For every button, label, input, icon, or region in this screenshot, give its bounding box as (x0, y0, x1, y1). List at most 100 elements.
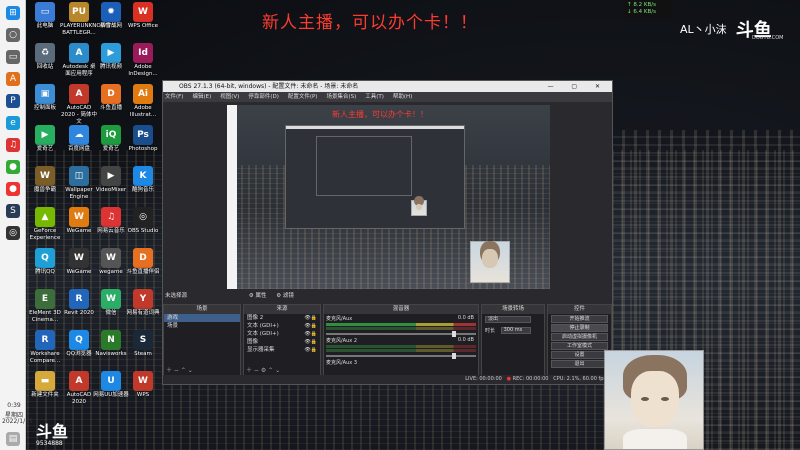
menu-item[interactable]: 帮助(H) (393, 94, 412, 100)
obs-titlebar[interactable]: OBS 27.1.3 (64-bit, windows) - 配置文件: 未命名… (163, 81, 612, 92)
desktop-icon[interactable]: ◎ OBS Studio (124, 207, 162, 235)
desktop-icon[interactable]: E EleMent 3D Cinema... (26, 289, 64, 324)
no-source-label: 未选择源 (165, 293, 188, 299)
app-icon: Q (69, 330, 89, 350)
app-icon: ▶ (35, 125, 55, 145)
preview-banner: 新人主播，可以办个卡！！ (332, 110, 428, 119)
visibility-icon[interactable]: 👁🔒 (304, 322, 317, 330)
desktop-icon[interactable]: Ps Photoshop (124, 125, 162, 153)
desktop-icon[interactable]: Ai Adobe Illustrat... (124, 84, 162, 119)
visibility-icon[interactable]: 👁🔒 (304, 338, 317, 346)
search-icon[interactable]: ○ (6, 28, 20, 42)
desktop-icon[interactable]: D 斗鱼直播伴侣 (124, 248, 162, 276)
steam-icon[interactable]: S (6, 204, 20, 218)
netease-icon[interactable]: ♫ (6, 138, 20, 152)
edge-icon[interactable]: e (6, 116, 20, 130)
desktop-icon-label: GeForce Experience (29, 228, 61, 241)
orange-app-icon[interactable]: ● (6, 182, 20, 196)
obs-preview[interactable]: 新人主播，可以办个卡！！ (227, 105, 550, 289)
desktop-icon[interactable]: ▣ 控制面板 (26, 84, 64, 112)
app-icon: ▲ (35, 207, 55, 227)
scenes-footer[interactable]: ＋ − ⌃ ⌄ (164, 366, 240, 375)
app-icon: ◫ (69, 166, 89, 186)
streamer-name: AL丶小沫 (680, 23, 727, 36)
ai-icon[interactable]: A (6, 72, 20, 86)
menu-item[interactable]: 停靠部件(D) (248, 94, 279, 100)
volume-slider[interactable] (326, 353, 476, 359)
source-item[interactable]: 图像 2 👁🔒 (244, 314, 320, 322)
stop-recording-button[interactable]: 停止录制 (551, 324, 608, 332)
green-app-icon[interactable]: ● (6, 160, 20, 174)
source-item[interactable]: 文本 (GDI+) 👁🔒 (244, 330, 320, 338)
desktop-icon-label: 新建文件夹 (31, 392, 59, 398)
app-icon: W (101, 248, 121, 268)
start-streaming-button[interactable]: 开始推流 (551, 315, 608, 323)
source-item[interactable]: 图像 👁🔒 (244, 338, 320, 346)
source-item[interactable]: 显示器采集 👁🔒 (244, 346, 320, 354)
rec-status: REC: 00:00:00 (512, 376, 549, 382)
source-label: 文本 (GDI+) (247, 323, 279, 329)
sources-footer[interactable]: ＋ − ⚙ ⌃ ⌄ (244, 366, 320, 375)
desktop-icon[interactable]: W WPS (124, 371, 162, 399)
settings-button[interactable]: 设置 (551, 351, 608, 359)
visibility-icon[interactable]: 👁🔒 (304, 314, 317, 322)
duration-input[interactable]: 300 ms (500, 327, 531, 334)
app-icon: ◎ (133, 207, 153, 227)
app-icon: Ai (133, 84, 153, 104)
menu-item[interactable]: 编辑(E) (192, 94, 211, 100)
filters-button[interactable]: ⚙ 滤镜 (276, 293, 294, 299)
desktop-icon[interactable]: Id Adobe InDesign... (124, 43, 162, 78)
desktop-icon-label: Photoshop (128, 146, 158, 152)
menu-item[interactable]: 视图(V) (220, 94, 239, 100)
studio-mode-button[interactable]: 工作室模式 (551, 342, 608, 350)
task-view-icon[interactable]: ▭ (6, 50, 20, 64)
menu-item[interactable]: 文件(F) (165, 94, 183, 100)
desktop-icon-label: OBS Studio (127, 228, 159, 234)
desktop-icon[interactable]: W WPS Office (124, 2, 162, 30)
avatar-eye (661, 397, 669, 401)
volume-slider[interactable] (326, 331, 476, 337)
menu-item[interactable]: 配置文件(P) (288, 94, 318, 100)
obs-icon[interactable]: ◎ (6, 226, 20, 240)
transition-type-select[interactable]: 淡出 (485, 316, 531, 323)
volume-meter (326, 323, 476, 326)
desktop-icon-label: Workshare Compare... (29, 351, 61, 364)
menu-item[interactable]: 场景集合(S) (326, 94, 356, 100)
scene-item[interactable]: 游戏 (164, 314, 240, 322)
properties-button[interactable]: ⚙ 属性 (249, 293, 267, 299)
desktop-icon[interactable]: ▭ 此电脑 (26, 2, 64, 30)
desktop-icon[interactable]: ♻ 回收站 (26, 43, 64, 71)
notification-icon[interactable]: ▤ (6, 432, 20, 446)
ps-icon[interactable]: P (6, 94, 20, 108)
desktop-icon[interactable]: Q 腾讯QQ (26, 248, 64, 276)
visibility-icon[interactable]: 👁🔒 (304, 346, 317, 354)
source-item[interactable]: 文本 (GDI+) 👁🔒 (244, 322, 320, 330)
desktop-icon[interactable]: ▶ 爱奇艺 (26, 125, 64, 153)
preview-taskbar-strip (227, 105, 237, 289)
net-speed-widget: ↑ 8.2 KB/s ↓ 6.4 KB/s (624, 0, 672, 18)
desktop-icon[interactable]: ▬ 新建文件夹 (26, 371, 64, 399)
scenes-header: 场景 (164, 305, 240, 314)
app-icon: U (101, 371, 121, 391)
app-icon: A (69, 84, 89, 104)
app-icon: W (69, 207, 89, 227)
menu-item[interactable]: 工具(T) (365, 94, 384, 100)
channel-name: 麦克风/Aux (326, 316, 353, 322)
source-label: 图像 (247, 339, 259, 345)
windows-icon[interactable]: ⊞ (6, 6, 20, 20)
taskbar-time[interactable]: 0:39 (2, 402, 26, 409)
desktop-icon[interactable]: S Steam (124, 330, 162, 358)
visibility-icon[interactable]: 👁🔒 (304, 330, 317, 338)
app-icon: A (69, 43, 89, 63)
exit-button[interactable]: 退出 (551, 360, 608, 368)
desktop-icon[interactable]: R Workshare Compare... (26, 330, 64, 365)
desktop-icon[interactable]: K 酷狗音乐 (124, 166, 162, 194)
desktop-icon[interactable]: Y 网易有道词典 (124, 289, 162, 317)
virtual-camera-button[interactable]: 启动虚拟摄像机 (551, 333, 608, 341)
app-icon: ▶ (101, 166, 121, 186)
desktop-icon[interactable]: ▲ GeForce Experience (26, 207, 64, 242)
nested-avatar (411, 200, 427, 216)
scene-item[interactable]: 场景 (164, 322, 240, 330)
window-controls[interactable]: — ▢ ✕ (547, 81, 608, 92)
desktop-icon[interactable]: W 魔兽争霸 (26, 166, 64, 194)
